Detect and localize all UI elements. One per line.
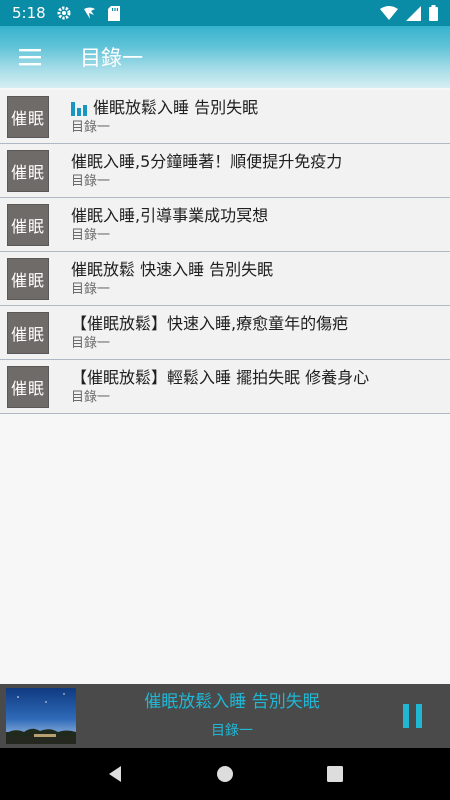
track-thumbnail: 催眠 <box>7 95 49 138</box>
list-item[interactable]: 催眠 催眠入睡,5分鐘睡著！順便提升免疫力 目錄一 <box>0 144 450 198</box>
list-item[interactable]: 催眠 催眠入睡,引導事業成功冥想 目錄一 <box>0 198 450 252</box>
page-title: 目錄一 <box>80 46 143 70</box>
status-time: 5:18 <box>12 4 46 22</box>
list-item[interactable]: 催眠 催眠放鬆入睡 告別失眠 目錄一 <box>0 90 450 144</box>
gear-icon <box>56 5 72 21</box>
track-thumbnail: 催眠 <box>7 203 49 246</box>
sd-card-icon <box>107 5 120 21</box>
track-list: 催眠 催眠放鬆入睡 告別失眠 目錄一 催眠 催眠入睡,5分鐘睡著！順便提升免疫力… <box>0 90 450 414</box>
track-thumbnail: 催眠 <box>7 311 49 354</box>
player-title: 催眠放鬆入睡 告別失眠 <box>144 692 320 712</box>
list-item[interactable]: 催眠 催眠放鬆 快速入睡 告別失眠 目錄一 <box>0 252 450 306</box>
album-art <box>6 688 76 744</box>
recents-icon <box>327 766 343 782</box>
hamburger-icon <box>19 49 41 66</box>
bird-icon <box>82 5 98 21</box>
recents-button[interactable] <box>315 754 355 794</box>
home-icon <box>217 766 233 782</box>
track-thumbnail: 催眠 <box>7 365 49 408</box>
now-playing-icon <box>71 100 87 116</box>
track-thumbnail: 催眠 <box>7 257 49 300</box>
status-bar: 5:18 <box>0 0 450 26</box>
wifi-icon <box>380 6 398 20</box>
pause-icon <box>402 704 409 728</box>
track-title: 催眠入睡,5分鐘睡著！順便提升免疫力 <box>71 151 343 171</box>
list-item[interactable]: 催眠 【催眠放鬆】輕鬆入睡 擺拍失眠 修養身心 目錄一 <box>0 360 450 414</box>
player-subtitle: 目錄一 <box>211 723 253 739</box>
track-title: 【催眠放鬆】快速入睡,療愈童年的傷疤 <box>71 313 349 333</box>
pause-button[interactable] <box>388 692 436 740</box>
signal-icon <box>406 5 421 21</box>
track-subtitle: 目錄一 <box>71 173 111 189</box>
system-nav-bar <box>0 748 450 800</box>
track-title: 催眠放鬆入睡 告別失眠 <box>93 97 259 117</box>
app-bar: 目錄一 <box>0 26 450 88</box>
track-thumbnail: 催眠 <box>7 149 49 192</box>
track-subtitle: 目錄一 <box>71 227 111 243</box>
back-button[interactable] <box>95 754 135 794</box>
track-subtitle: 目錄一 <box>71 281 111 297</box>
track-subtitle: 目錄一 <box>71 119 111 135</box>
track-title: 【催眠放鬆】輕鬆入睡 擺拍失眠 修養身心 <box>71 367 370 387</box>
pause-icon <box>415 704 422 728</box>
battery-icon <box>429 5 438 21</box>
list-item[interactable]: 催眠 【催眠放鬆】快速入睡,療愈童年的傷疤 目錄一 <box>0 306 450 360</box>
back-icon <box>109 766 121 782</box>
menu-button[interactable] <box>0 26 60 88</box>
mini-player[interactable]: 催眠放鬆入睡 告別失眠 目錄一 <box>0 684 450 748</box>
track-subtitle: 目錄一 <box>71 389 111 405</box>
home-button[interactable] <box>205 754 245 794</box>
track-title: 催眠放鬆 快速入睡 告別失眠 <box>71 259 274 279</box>
track-title: 催眠入睡,引導事業成功冥想 <box>71 205 269 225</box>
track-subtitle: 目錄一 <box>71 335 111 351</box>
